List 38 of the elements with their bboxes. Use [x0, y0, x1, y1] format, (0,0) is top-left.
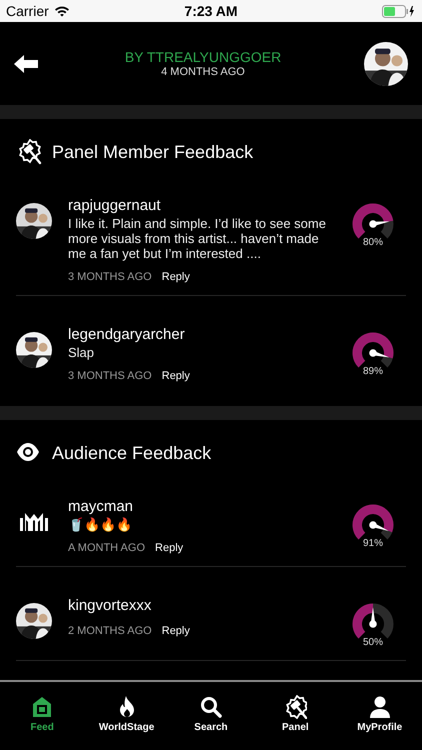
comment-text: I like it. Plain and simple. I’d like to see some more visuals from this artist... haven’t made me a fan yet but I’m interested ....: [68, 216, 327, 261]
section-title: Panel Member Feedback: [52, 142, 254, 162]
username: maycman: [68, 498, 134, 516]
wifi-icon: [54, 5, 70, 17]
tab-item[interactable]: MyProfile: [344, 695, 416, 733]
tab-item[interactable]: Search: [174, 695, 247, 733]
battery-icon: [382, 4, 416, 18]
person-icon: [368, 695, 392, 719]
comment-time: 2 MONTHS AGO: [68, 625, 152, 637]
author-title: BY TTREALYUNGGOER: [124, 49, 282, 65]
comment-time: A MONTH AGO: [68, 542, 146, 554]
section-title: Audience Feedback: [52, 442, 212, 464]
reply-link[interactable]: Reply: [162, 271, 190, 283]
reply-link[interactable]: Reply: [162, 625, 190, 637]
post-age: 4 MONTHS AGO: [161, 66, 245, 78]
gavel-badge-icon: [16, 139, 42, 165]
score-percent: 50%: [362, 637, 383, 648]
username: rapjuggernaut: [68, 197, 162, 215]
search-icon: [198, 695, 223, 719]
clock-time: 7:23 AM: [184, 3, 238, 19]
gavel-badge-icon: [283, 695, 308, 719]
score-percent: 91%: [362, 538, 383, 549]
username: legendgaryarcher: [68, 326, 186, 344]
comment-time: 3 MONTHS AGO: [68, 370, 152, 382]
tab-item[interactable]: Feed: [6, 695, 78, 733]
monogram-icon: [20, 513, 48, 531]
comment-time: 3 MONTHS AGO: [68, 271, 152, 283]
back-arrow-icon: [14, 54, 38, 72]
reply-link[interactable]: Reply: [162, 370, 190, 382]
username: kingvortexxx: [68, 597, 152, 615]
reply-link[interactable]: Reply: [155, 542, 184, 554]
score-percent: 80%: [362, 237, 383, 248]
comment-text: Slap: [68, 345, 96, 360]
tab-item[interactable]: Panel: [259, 695, 332, 733]
carrier-label: Carrier: [6, 3, 49, 19]
score-percent: 89%: [362, 366, 383, 377]
comment-text: 🥤🔥🔥🔥: [68, 517, 133, 532]
tab-item[interactable]: WorldStage: [90, 695, 163, 733]
